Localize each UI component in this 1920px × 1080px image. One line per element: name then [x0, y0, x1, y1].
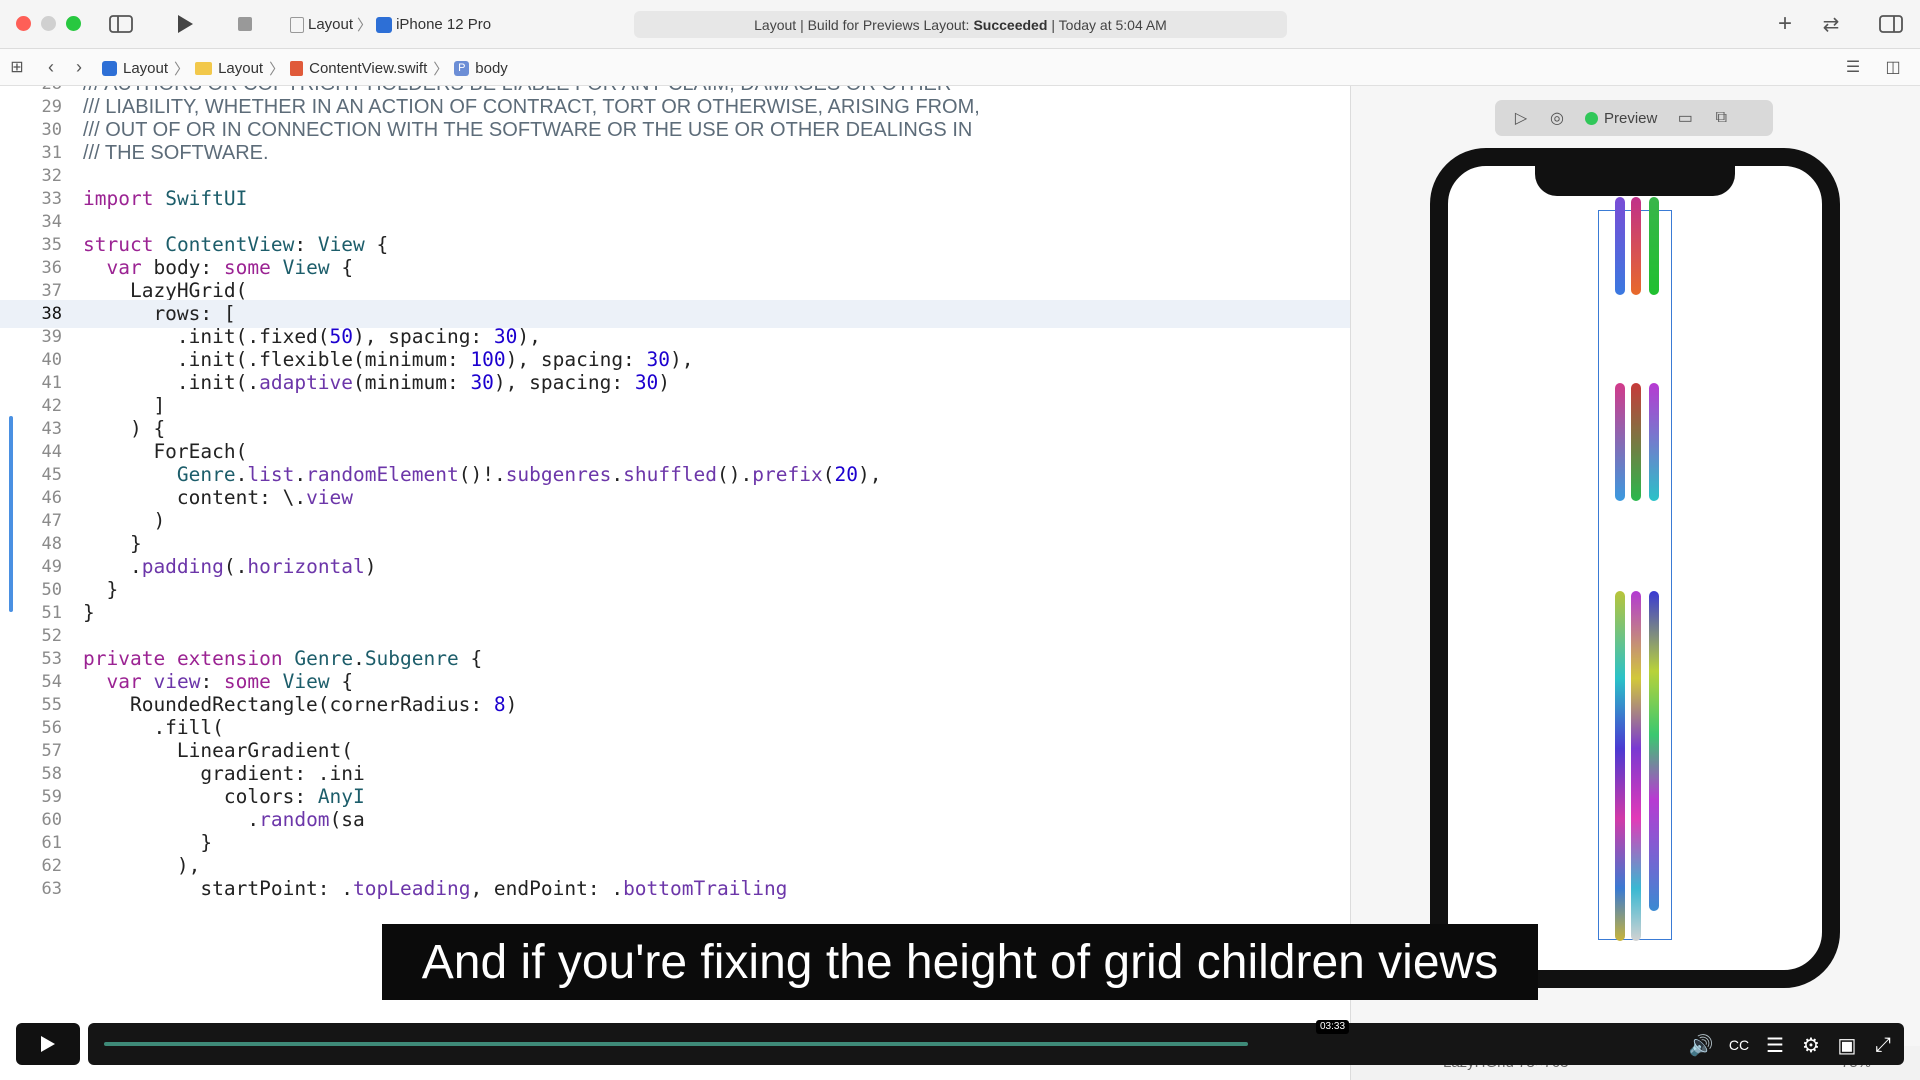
app-scheme-icon [290, 16, 304, 33]
navigator-toggle-icon[interactable] [108, 11, 134, 37]
progress-bar[interactable]: 03:33 🔊 CC ☰ ⚙ ▣ ⤢ [88, 1020, 1904, 1065]
scheme-device: iPhone 12 Pro [396, 16, 492, 33]
jump-bar: ⊞ ‹ › Layout 〉 Layout 〉 ContentView.swif… [0, 49, 1920, 86]
grid-cell [1615, 591, 1625, 941]
picture-in-picture-icon[interactable]: ▣ [1834, 1032, 1860, 1058]
device-icon [376, 16, 393, 33]
chevron-right-icon: 〉 [357, 17, 373, 34]
time-tooltip: 03:33 [1316, 1020, 1350, 1034]
lazyhgrid-selection[interactable] [1598, 197, 1672, 941]
fullscreen-icon[interactable]: ⤢ [1870, 1032, 1896, 1058]
project-icon [102, 61, 117, 76]
preview-controls: ▷ ◎ Preview ▭ ⧉ [1495, 100, 1773, 136]
grid-cell [1649, 591, 1659, 911]
preview-label: Preview [1604, 109, 1658, 127]
live-preview-icon[interactable]: ▷ [1503, 100, 1539, 136]
forward-icon[interactable]: › [66, 54, 92, 80]
breadcrumb-item[interactable]: body [475, 60, 508, 77]
breadcrumb-item[interactable]: Layout [123, 60, 168, 77]
inspector-toggle-icon[interactable] [1878, 11, 1904, 37]
back-icon[interactable]: ‹ [38, 54, 64, 80]
breadcrumb-item[interactable]: ContentView.swift [309, 60, 427, 77]
minimize-window-button[interactable] [41, 16, 56, 31]
grid-cell [1649, 197, 1659, 295]
device-settings-icon[interactable]: ▭ [1667, 100, 1703, 136]
closed-captions-icon[interactable]: CC [1726, 1032, 1752, 1058]
close-window-button[interactable] [16, 16, 31, 31]
preview-status[interactable]: Preview [1585, 110, 1657, 127]
grid-cell [1631, 197, 1641, 295]
line-number: 63 [41, 879, 62, 899]
swift-file-icon [290, 61, 304, 76]
grid-cell [1631, 591, 1641, 941]
zoom-window-button[interactable] [66, 16, 81, 31]
code-review-icon[interactable]: ⇄ [1818, 11, 1844, 37]
scheme-project: Layout [308, 16, 354, 33]
volume-icon[interactable]: 🔊 [1688, 1032, 1714, 1058]
status-dot-icon [1585, 111, 1598, 125]
breadcrumb: Layout 〉 Layout 〉 ContentView.swift 〉 P … [102, 58, 508, 79]
folder-icon [195, 62, 213, 75]
selectable-icon[interactable]: ◎ [1539, 100, 1575, 136]
grid-cell [1649, 383, 1659, 501]
add-icon[interactable]: + [1772, 10, 1798, 37]
play-button[interactable] [16, 1023, 80, 1065]
grid-cell [1631, 383, 1641, 501]
grid-cell [1615, 197, 1625, 295]
property-icon: P [454, 61, 470, 76]
chevron-right-icon: 〉 [269, 61, 285, 78]
chevron-right-icon: 〉 [433, 61, 449, 78]
breadcrumb-item[interactable]: Layout [218, 60, 263, 77]
play-icon [41, 1036, 55, 1052]
duplicate-preview-icon[interactable]: ⧉ [1703, 100, 1739, 136]
transcript-icon[interactable]: ☰ [1762, 1032, 1788, 1058]
activity-prefix: Layout | Build for Previews Layout: [754, 16, 970, 33]
chevron-right-icon: 〉 [174, 61, 190, 78]
video-player-controls: 03:33 🔊 CC ☰ ⚙ ▣ ⤢ [0, 1018, 1920, 1080]
progress-played [104, 1042, 1249, 1046]
code-line[interactable]: 63 startPoint: .topLeading, endPoint: .b… [0, 875, 1350, 903]
scheme-selector[interactable]: Layout 〉 iPhone 12 Pro [290, 14, 491, 35]
activity-suffix: | Today at 5:04 AM [1051, 16, 1167, 33]
split-editor-icon[interactable]: ◫ [1880, 54, 1906, 80]
related-items-icon[interactable]: ⊞ [4, 54, 30, 80]
grid-cell [1615, 383, 1625, 501]
device-notch [1535, 152, 1735, 196]
video-caption: And if you're fixing the height of grid … [382, 924, 1538, 1000]
activity-status: Succeeded [973, 16, 1048, 33]
run-icon[interactable] [172, 11, 198, 37]
activity-viewer: Layout | Build for Previews Layout: Succ… [634, 11, 1287, 38]
code-text: startPoint: .topLeading, endPoint: .bott… [83, 877, 788, 900]
editor-options-icon[interactable]: ☰ [1840, 54, 1866, 80]
stop-icon[interactable] [232, 11, 258, 37]
settings-gear-icon[interactable]: ⚙ [1798, 1032, 1824, 1058]
window-toolbar: Layout 〉 iPhone 12 Pro Layout | Build fo… [0, 0, 1920, 49]
